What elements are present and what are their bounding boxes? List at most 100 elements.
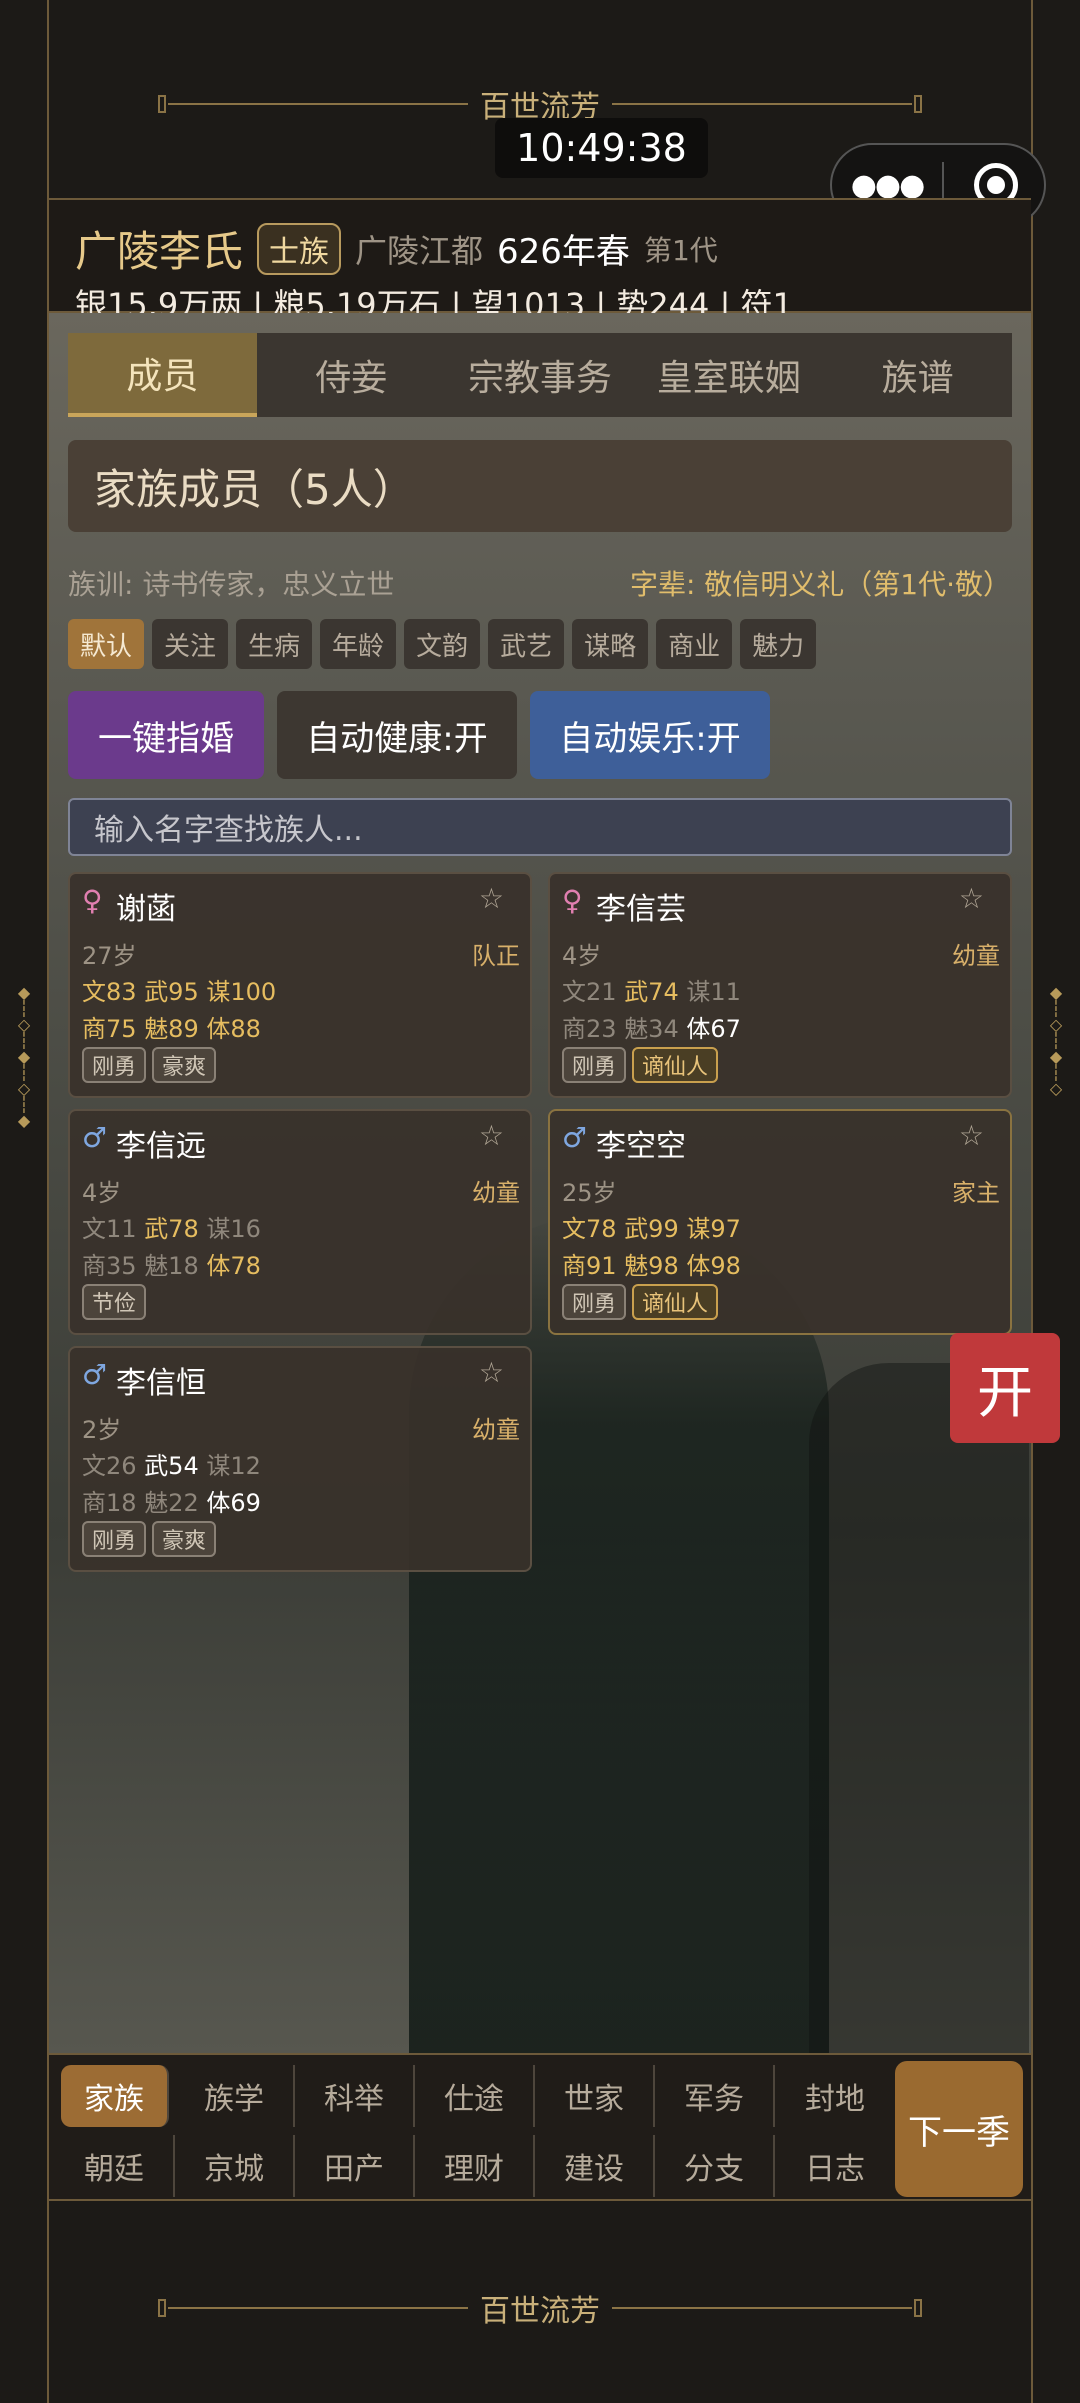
nav-farmland[interactable]: 田产	[295, 2135, 415, 2197]
sort-chip-strategy[interactable]: 谋略	[572, 619, 649, 669]
stat-charm: 魅34	[624, 1015, 679, 1043]
member-traits: 刚勇 谪仙人	[562, 1047, 724, 1083]
tab-royal-marriage[interactable]: 皇室联姻	[634, 333, 823, 417]
member-card[interactable]: ♂ 李信恒 ☆ 2岁 幼童 文26 武54 谋12 商18 魅22 体69 刚勇…	[68, 1346, 532, 1572]
male-icon: ♂	[82, 1358, 108, 1391]
status-clock: 10:49:38	[495, 118, 708, 178]
member-name: 李信芸	[596, 892, 686, 927]
nav-branches[interactable]: 分支	[655, 2135, 775, 2197]
sort-chip-literary[interactable]: 文韵	[404, 619, 481, 669]
member-stats-row1: 文78 武99 谋97	[562, 1209, 741, 1244]
nav-military[interactable]: 军务	[655, 2065, 775, 2127]
stat-martial: 武95	[144, 978, 199, 1006]
sort-chip-default[interactable]: 默认	[68, 619, 145, 669]
sort-chip-sick[interactable]: 生病	[236, 619, 313, 669]
nav-clans[interactable]: 世家	[535, 2065, 655, 2127]
member-name: 李空空	[596, 1129, 686, 1164]
generation: 第1代	[643, 233, 718, 267]
stat-strategy: 谋100	[206, 978, 277, 1006]
follow-star-icon[interactable]: ☆	[479, 882, 504, 915]
member-age: 4岁	[562, 942, 602, 970]
banner-cap-right	[914, 95, 922, 113]
member-search-input[interactable]: 输入名字查找族人...	[68, 798, 1012, 856]
member-card[interactable]: ♀ 李信芸 ☆ 4岁 幼童 文21 武74 谋11 商23 魅34 体67 刚勇…	[548, 872, 1012, 1098]
rank-badge: 士族	[257, 222, 342, 275]
stat-charm: 魅18	[144, 1252, 199, 1280]
member-role: 幼童	[472, 1416, 520, 1444]
banner-line-left	[168, 103, 468, 105]
nav-court[interactable]: 朝廷	[55, 2135, 175, 2197]
trait-tag: 刚勇	[82, 1521, 147, 1557]
nav-family[interactable]: 家族	[61, 2065, 169, 2127]
follow-star-icon[interactable]: ☆	[479, 1119, 504, 1152]
location: 广陵江都	[355, 231, 484, 270]
trait-tag: 节俭	[82, 1284, 147, 1320]
nav-clan-school[interactable]: 族学	[175, 2065, 295, 2127]
member-card[interactable]: ♀ 谢菡 ☆ 27岁 队正 文83 武95 谋100 商75 魅89 体88 刚…	[68, 872, 532, 1098]
trait-tag: 谪仙人	[632, 1284, 719, 1320]
stat-martial: 武74	[624, 978, 679, 1006]
banner-cap-left	[158, 95, 166, 113]
trait-tag: 豪爽	[152, 1047, 217, 1083]
stat-strategy: 谋12	[206, 1452, 261, 1480]
stat-literary: 文83	[82, 978, 137, 1006]
tab-genealogy[interactable]: 族谱	[823, 333, 1012, 417]
tab-concubines[interactable]: 侍妾	[257, 333, 446, 417]
bottom-banner: 百世流芳	[49, 2286, 1031, 2330]
tab-religion[interactable]: 宗教事务	[446, 333, 635, 417]
auto-health-toggle[interactable]: 自动健康:开	[277, 691, 517, 779]
member-role: 家主	[952, 1179, 1000, 1207]
member-stats-row1: 文26 武54 谋12	[82, 1446, 261, 1481]
panel-title: 家族成员（5人）	[68, 440, 1012, 532]
main-content: 成员 侍妾 宗教事务 皇室联姻 族谱 家族成员（5人） 族训: 诗书传家，忠义立…	[49, 313, 1031, 2053]
member-stats-row2: 商35 魅18 体78	[82, 1246, 261, 1281]
sort-chip-charm[interactable]: 魅力	[740, 619, 817, 669]
trait-tag: 谪仙人	[632, 1047, 719, 1083]
next-season-button[interactable]: 下一季	[895, 2061, 1023, 2197]
member-card[interactable]: ♂ 李空空 ☆ 25岁 家主 文78 武99 谋97 商91 魅98 体98 刚…	[548, 1109, 1012, 1335]
follow-star-icon[interactable]: ☆	[959, 1119, 984, 1152]
stat-literary: 文78	[562, 1215, 617, 1243]
stat-strategy: 谋11	[686, 978, 741, 1006]
family-header: 广陵李氏 士族 广陵江都 626年春 第1代 银15.9万两 | 粮5.19万石…	[49, 198, 1031, 324]
nav-exam[interactable]: 科举	[295, 2065, 415, 2127]
stat-martial: 武78	[144, 1215, 199, 1243]
member-stats-row1: 文11 武78 谋16	[82, 1209, 261, 1244]
nav-fief[interactable]: 封地	[775, 2065, 895, 2127]
nav-finance[interactable]: 理财	[415, 2135, 535, 2197]
header-row: 广陵李氏 士族 广陵江都 626年春 第1代	[75, 218, 718, 279]
stat-charm: 魅89	[144, 1015, 199, 1043]
action-buttons: 一键指婚 自动健康:开 自动娱乐:开	[68, 691, 783, 779]
member-role: 队正	[472, 942, 520, 970]
nav-career[interactable]: 仕途	[415, 2065, 535, 2127]
nav-construction[interactable]: 建设	[535, 2135, 655, 2197]
nav-row-1: 家族 族学 科举 仕途 世家 军务 封地	[55, 2065, 895, 2127]
sort-chip-martial[interactable]: 武艺	[488, 619, 565, 669]
member-name: 李信远	[116, 1129, 206, 1164]
banner-title: 百世流芳	[480, 2294, 600, 2329]
stat-health: 体98	[686, 1252, 741, 1280]
male-icon: ♂	[82, 1121, 108, 1154]
tab-members[interactable]: 成员	[68, 333, 257, 417]
member-age: 25岁	[562, 1179, 617, 1207]
side-ornament-left: ◆ ┆ ◇ ┆ ◆ ┆ ◇ ┆ ◆	[17, 983, 31, 1130]
side-ornament-right: ◆ ┆ ◇ ┆ ◆ ┆ ◇	[1049, 983, 1063, 1098]
member-traits: 节俭	[82, 1284, 152, 1320]
auto-fun-toggle[interactable]: 自动娱乐:开	[530, 691, 770, 779]
nav-capital[interactable]: 京城	[175, 2135, 295, 2197]
bottom-nav: 家族 族学 科举 仕途 世家 军务 封地 朝廷 京城 田产 理财 建设 分支 日…	[49, 2053, 1031, 2201]
matchmake-button[interactable]: 一键指婚	[68, 691, 264, 779]
follow-star-icon[interactable]: ☆	[959, 882, 984, 915]
year: 626年春	[497, 232, 630, 272]
nav-row-2: 朝廷 京城 田产 理财 建设 分支 日志	[55, 2135, 895, 2197]
background-figure	[409, 1213, 829, 2053]
sort-chip-age[interactable]: 年龄	[320, 619, 397, 669]
tab-bar: 成员 侍妾 宗教事务 皇室联姻 族谱	[68, 333, 1012, 417]
member-card[interactable]: ♂ 李信远 ☆ 4岁 幼童 文11 武78 谋16 商35 魅18 体78 节俭	[68, 1109, 532, 1335]
sort-chip-followed[interactable]: 关注	[152, 619, 229, 669]
follow-star-icon[interactable]: ☆	[479, 1356, 504, 1389]
open-float-button[interactable]: 开	[950, 1333, 1060, 1443]
nav-log[interactable]: 日志	[775, 2135, 895, 2197]
stat-strategy: 谋97	[686, 1215, 741, 1243]
sort-chip-commerce[interactable]: 商业	[656, 619, 733, 669]
